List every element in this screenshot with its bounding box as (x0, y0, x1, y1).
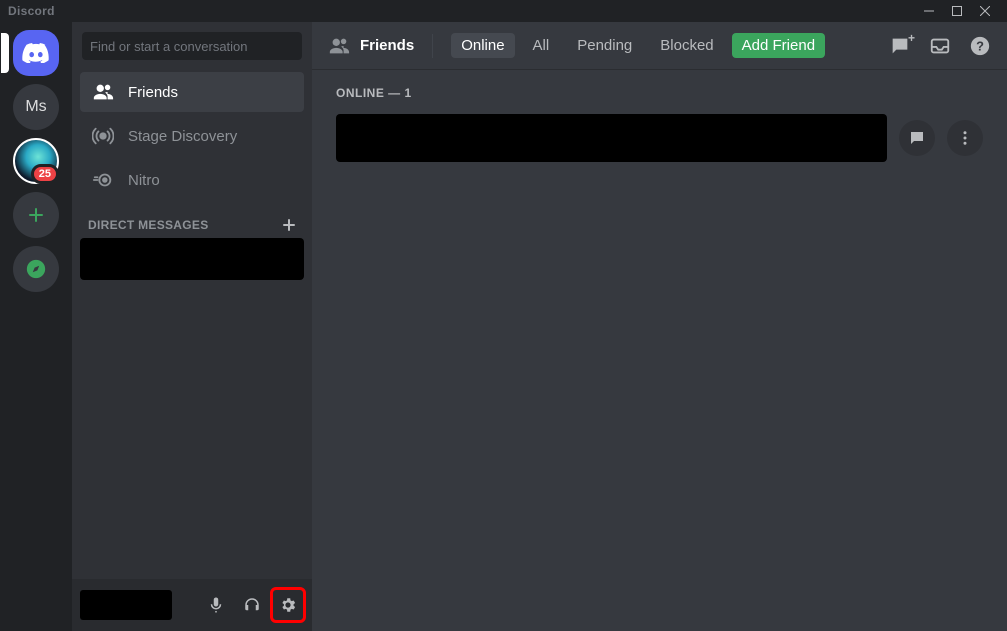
dm-section-header: DIRECT MESSAGES (72, 202, 312, 236)
home-button[interactable] (13, 30, 59, 76)
current-user[interactable] (80, 590, 172, 620)
app-brand: Discord (8, 4, 55, 18)
headphones-icon (243, 596, 261, 614)
tab-all[interactable]: All (523, 33, 560, 58)
divider (432, 34, 433, 58)
user-settings-button[interactable] (272, 589, 304, 621)
page-title: Friends (328, 35, 414, 57)
inbox-button[interactable] (929, 35, 951, 57)
topbar: Friends Online All Pending Blocked Add F… (312, 22, 1007, 70)
tab-pending[interactable]: Pending (567, 33, 642, 58)
friend-entry[interactable] (336, 114, 887, 162)
sidebar-item-stage-discovery[interactable]: Stage Discovery (80, 116, 304, 156)
explore-servers-button[interactable] (13, 246, 59, 292)
sidebar-item-nitro[interactable]: Nitro (80, 160, 304, 200)
sidebar-item-label: Stage Discovery (128, 128, 237, 145)
tab-online[interactable]: Online (451, 33, 514, 58)
message-button[interactable] (899, 120, 935, 156)
window-close-button[interactable] (971, 0, 999, 22)
friends-icon (92, 81, 114, 103)
search-placeholder: Find or start a conversation (90, 39, 248, 54)
server-ms[interactable]: Ms (13, 84, 59, 130)
tab-blocked[interactable]: Blocked (650, 33, 723, 58)
add-friend-button[interactable]: Add Friend (732, 33, 825, 58)
create-dm-button[interactable] (282, 218, 296, 232)
sidebar-item-friends[interactable]: Friends (80, 72, 304, 112)
message-icon (908, 129, 926, 147)
notification-badge: 25 (31, 164, 59, 184)
discord-logo-icon (22, 43, 50, 63)
mute-button[interactable] (200, 589, 232, 621)
window-maximize-button[interactable] (943, 0, 971, 22)
quickswitcher-button[interactable]: Find or start a conversation (82, 32, 302, 60)
more-vertical-icon (956, 129, 974, 147)
dm-header-label: DIRECT MESSAGES (88, 218, 209, 232)
sidebar-item-label: Nitro (128, 172, 160, 189)
add-server-button[interactable] (13, 192, 59, 238)
stage-icon (92, 125, 114, 147)
svg-text:?: ? (976, 38, 984, 53)
plus-icon (26, 205, 46, 225)
friends-icon (328, 35, 350, 57)
dm-item[interactable] (80, 238, 304, 280)
inbox-icon (929, 35, 951, 57)
plus-icon (282, 218, 296, 232)
active-pill (1, 33, 9, 73)
deafen-button[interactable] (236, 589, 268, 621)
sidebar-item-label: Friends (128, 84, 178, 101)
friends-list: ONLINE — 1 (312, 70, 1007, 631)
server-avatar[interactable]: 25 (13, 138, 59, 184)
server-list: Ms 25 (0, 22, 72, 631)
new-group-dm-button[interactable]: + (889, 35, 911, 57)
friend-row[interactable] (336, 114, 983, 162)
dm-sidebar: Find or start a conversation Friends Sta… (72, 22, 312, 631)
microphone-icon (207, 596, 225, 614)
window-titlebar: Discord (0, 0, 1007, 22)
compass-icon (25, 258, 47, 280)
user-panel (72, 579, 312, 631)
help-icon: ? (969, 35, 991, 57)
server-initials: Ms (25, 98, 46, 116)
help-button[interactable]: ? (969, 35, 991, 57)
gear-icon (279, 596, 297, 614)
title-text: Friends (360, 37, 414, 54)
nitro-icon (92, 169, 114, 191)
window-minimize-button[interactable] (915, 0, 943, 22)
more-button[interactable] (947, 120, 983, 156)
main-content: Friends Online All Pending Blocked Add F… (312, 22, 1007, 631)
online-count-header: ONLINE — 1 (336, 86, 983, 100)
